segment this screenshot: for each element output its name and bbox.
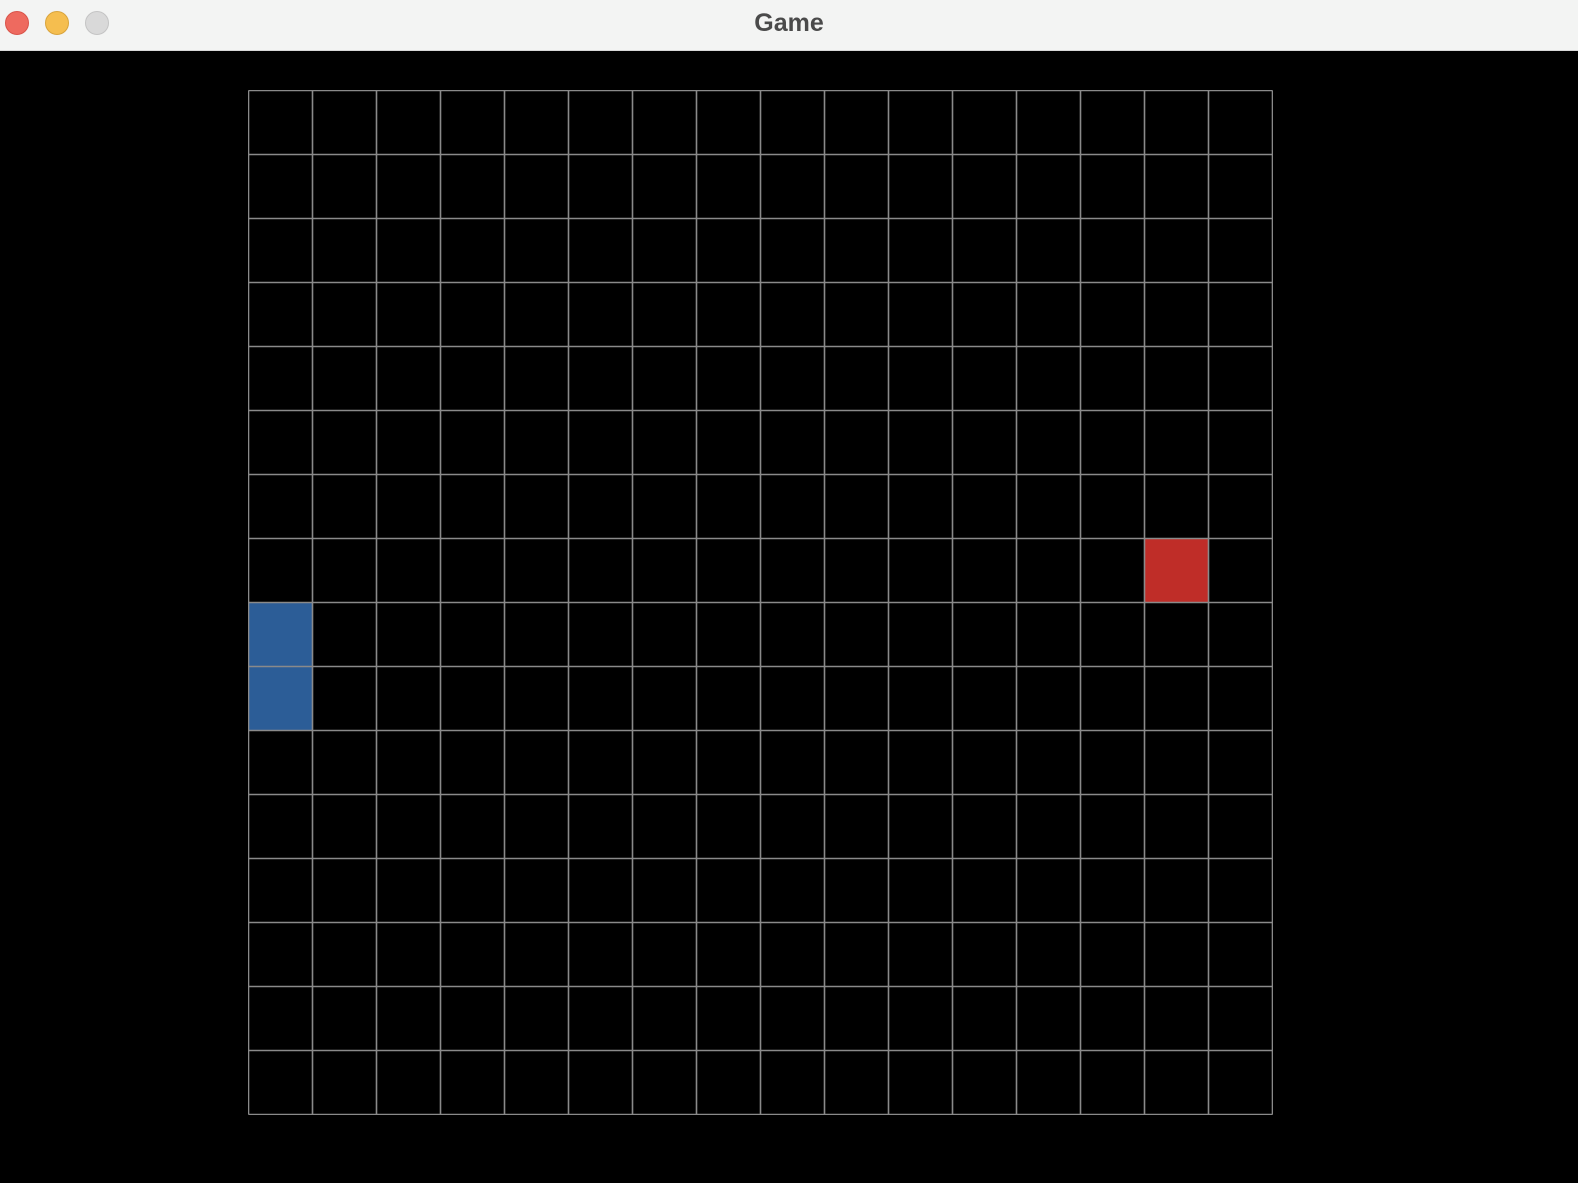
game-window: Game: [0, 0, 1578, 1183]
food-cell: [1144, 538, 1209, 603]
title-bar[interactable]: Game: [0, 0, 1578, 51]
snake-head-cell: [248, 602, 313, 667]
game-board[interactable]: [248, 90, 1273, 1115]
game-content: [0, 51, 1578, 1183]
game-board-canvas: [248, 90, 1273, 1115]
window-title: Game: [754, 9, 824, 37]
snake-body-cell: [248, 666, 313, 731]
